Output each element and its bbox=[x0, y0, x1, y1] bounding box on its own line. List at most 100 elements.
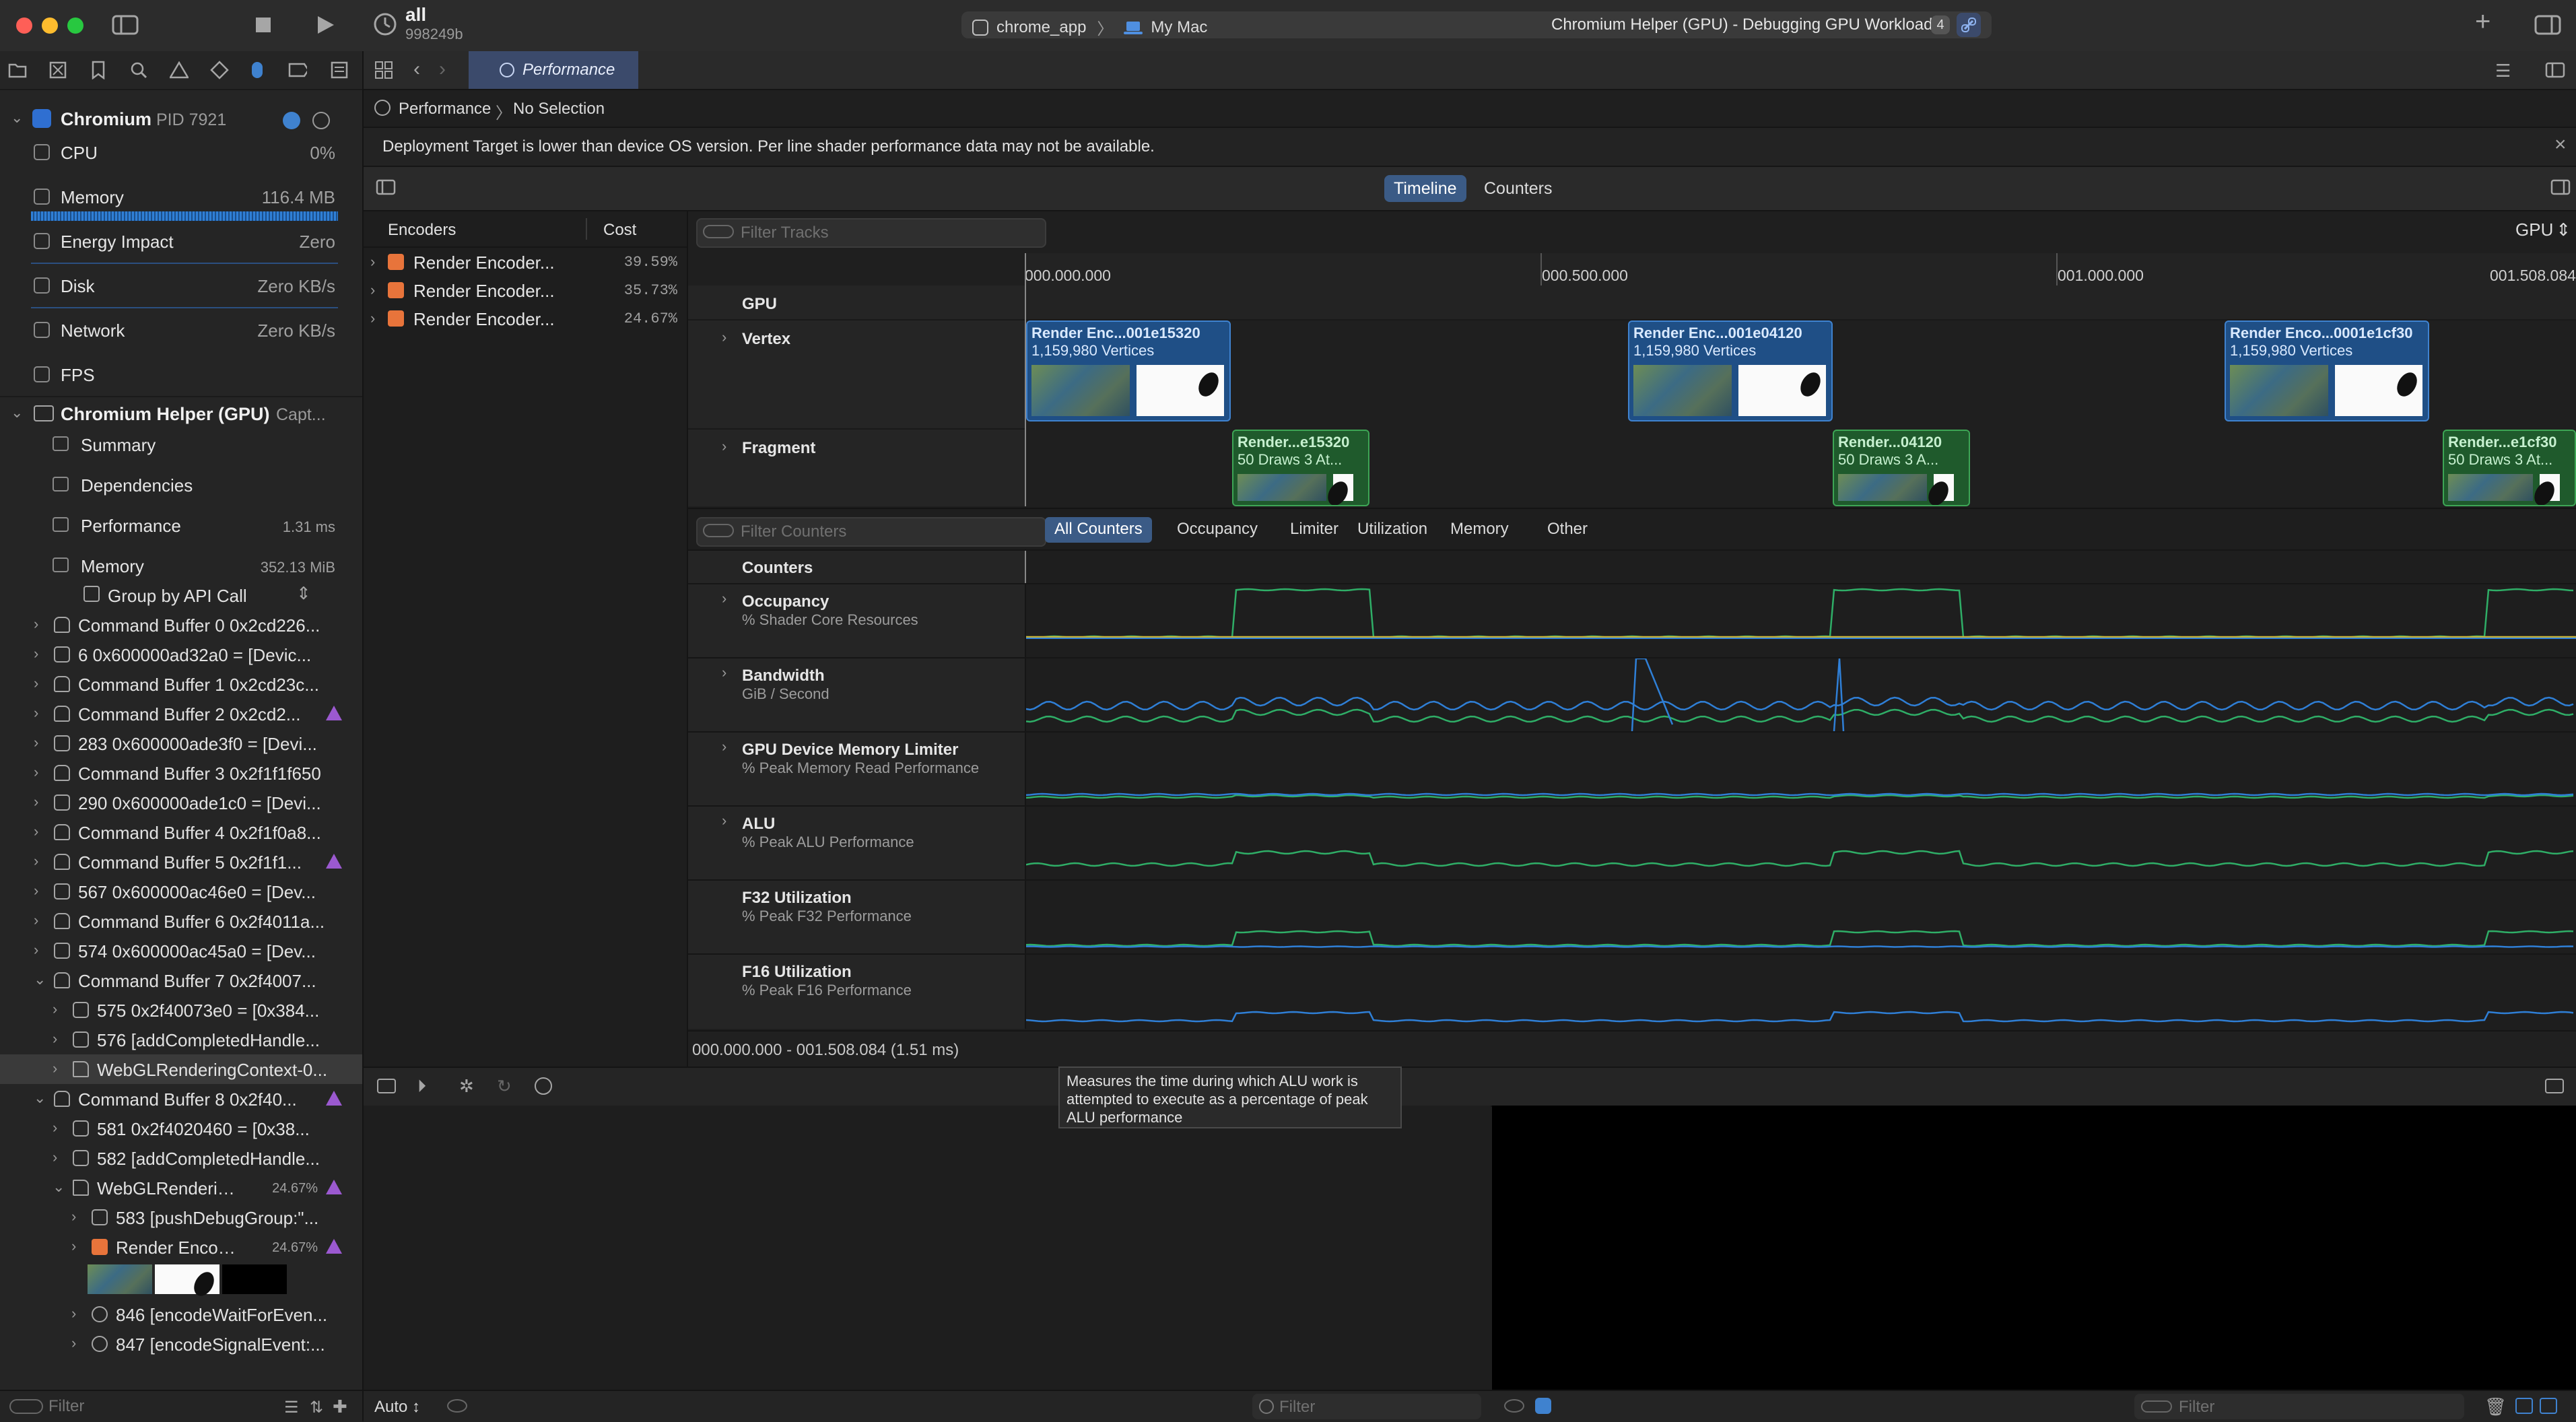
gpu-process-header[interactable]: ⌄ Chromium Helper (GPU) Capt... bbox=[0, 396, 362, 428]
encoder-row[interactable]: › Render Encoder... 35.73% bbox=[364, 276, 687, 304]
gauge-cpu[interactable]: CPU 0% bbox=[0, 133, 362, 178]
disclosure-closed-icon[interactable]: › bbox=[34, 645, 38, 663]
gauge-fps[interactable]: FPS bbox=[0, 356, 362, 400]
disclosure-closed-icon[interactable]: › bbox=[71, 1208, 76, 1225]
tree-item[interactable]: › Command Buffer 2 0x2cd2... bbox=[0, 699, 362, 729]
show-console-icon[interactable] bbox=[2540, 1398, 2557, 1414]
tree-item[interactable]: ⌄ Command Buffer 8 0x2f40... bbox=[0, 1084, 362, 1114]
tree-item[interactable]: › Render Encode... 24.67% bbox=[0, 1232, 362, 1262]
disclosure-open-icon[interactable]: ⌄ bbox=[34, 1089, 46, 1107]
counter-row[interactable]: › Occupancy% Shader Core Resources bbox=[688, 583, 2576, 658]
disclosure-closed-icon[interactable]: › bbox=[34, 912, 38, 929]
console-toggle-icon[interactable] bbox=[2545, 1079, 2564, 1093]
track-vertex[interactable]: › Vertex bbox=[688, 320, 1025, 430]
eye-icon[interactable] bbox=[1504, 1399, 1524, 1413]
tree-item[interactable]: › Command Buffer 3 0x2f1f1f650 bbox=[0, 758, 362, 788]
tree-item[interactable]: › 576 [addCompletedHandle... bbox=[0, 1025, 362, 1054]
breadcrumb-leaf[interactable]: No Selection bbox=[513, 100, 605, 118]
disclosure-closed-icon[interactable]: › bbox=[71, 1305, 76, 1322]
issue-icon[interactable] bbox=[170, 61, 189, 79]
variables-filter[interactable]: Filter bbox=[1252, 1394, 1481, 1419]
encoder-row[interactable]: › Render Encoder... 24.67% bbox=[364, 304, 687, 333]
disclosure-closed-icon[interactable]: › bbox=[34, 852, 38, 870]
gpu-item-dependencies[interactable]: Dependencies bbox=[0, 467, 362, 506]
chevron-right-icon[interactable]: › bbox=[722, 438, 726, 455]
process-header[interactable]: ⌄ Chromium PID 7921 bbox=[0, 102, 362, 133]
chevron-right-icon[interactable]: › bbox=[722, 664, 726, 681]
inspector-toggle-icon[interactable] bbox=[2534, 15, 2561, 35]
add-filter-icon[interactable]: ✚ bbox=[333, 1396, 347, 1417]
chevron-right-icon[interactable]: › bbox=[722, 738, 726, 755]
tree-item[interactable]: › 583 [pushDebugGroup:"... bbox=[0, 1203, 362, 1232]
disclosure-closed-icon[interactable]: › bbox=[71, 1238, 76, 1255]
back-icon[interactable]: ‹ bbox=[413, 58, 420, 81]
disclosure-closed-icon[interactable]: › bbox=[34, 764, 38, 781]
tree-item[interactable]: › 574 0x600000ac45a0 = [Dev... bbox=[0, 936, 362, 966]
filter-options-icon[interactable] bbox=[703, 225, 734, 238]
editor-options-icon[interactable]: ☰ bbox=[2495, 61, 2511, 81]
tree-item[interactable]: › Command Buffer 1 0x2cd23c... bbox=[0, 669, 362, 699]
vertex-encoder-block[interactable]: Render Enco...0001e1cf30 1,159,980 Vertic… bbox=[2225, 320, 2429, 421]
minimize-window-button[interactable] bbox=[42, 18, 58, 34]
scope-memory[interactable]: Memory bbox=[1441, 517, 1518, 543]
filter-options-icon[interactable] bbox=[9, 1399, 43, 1414]
encoder-row[interactable]: › Render Encoder... 39.59% bbox=[364, 248, 687, 276]
disclosure-open-icon[interactable]: ⌄ bbox=[34, 971, 46, 988]
run-icon[interactable] bbox=[315, 15, 335, 35]
tree-item[interactable]: › 283 0x600000ade3f0 = [Devi... bbox=[0, 729, 362, 758]
gpu-item-memory[interactable]: Memory 352.13 MiB bbox=[0, 548, 362, 587]
navigator-filter-input[interactable] bbox=[47, 1394, 265, 1419]
hierarchy-filter-icon[interactable]: ☰ bbox=[284, 1398, 299, 1417]
device-selector[interactable]: GPU ⇕ bbox=[2515, 219, 2571, 240]
disclosure-closed-icon[interactable]: › bbox=[34, 675, 38, 692]
counter-row[interactable]: › GPU Device Memory Limiter% Peak Memory … bbox=[688, 731, 2576, 807]
disclosure-closed-icon[interactable]: › bbox=[34, 941, 38, 959]
disclosure-closed-icon[interactable]: › bbox=[34, 882, 38, 900]
gauge-icon[interactable] bbox=[535, 1077, 552, 1095]
gauge-disk[interactable]: Disk Zero KB/s bbox=[0, 267, 362, 311]
gpu-item-summary[interactable]: Summary bbox=[0, 427, 362, 466]
left-panel-toggle-icon[interactable] bbox=[376, 179, 396, 195]
counter-row[interactable]: F16 Utilization% Peak F16 Performance bbox=[688, 953, 2576, 1029]
tree-item[interactable]: › 582 [addCompletedHandle... bbox=[0, 1143, 362, 1173]
col-encoders[interactable]: Encoders bbox=[388, 221, 456, 240]
right-panel-toggle-icon[interactable] bbox=[2550, 179, 2571, 195]
disclosure-open-icon[interactable]: ⌄ bbox=[11, 404, 23, 421]
debug-bug-icon[interactable]: ✲ bbox=[459, 1076, 474, 1097]
chevron-right-icon[interactable]: › bbox=[722, 329, 726, 346]
tree-item[interactable]: ⌄ Command Buffer 7 0x2f4007... bbox=[0, 966, 362, 995]
zoom-window-button[interactable] bbox=[67, 18, 83, 34]
tree-item[interactable]: › Command Buffer 5 0x2f1f1... bbox=[0, 847, 362, 877]
counter-row[interactable]: F32 Utilization% Peak F32 Performance bbox=[688, 879, 2576, 955]
hide-debug-area-icon[interactable] bbox=[377, 1079, 396, 1093]
debug-navigator-icon[interactable] bbox=[248, 61, 267, 79]
trash-icon[interactable]: 🗑 bbox=[2484, 1396, 2507, 1417]
sidebar-toggle-icon[interactable] bbox=[112, 15, 139, 35]
disclosure-open-icon[interactable]: ⌄ bbox=[11, 109, 23, 127]
scope-other[interactable]: Other bbox=[1538, 517, 1597, 543]
disclosure-closed-icon[interactable]: › bbox=[34, 793, 38, 811]
chevron-right-icon[interactable]: › bbox=[370, 253, 375, 271]
tree-item[interactable]: › Command Buffer 6 0x2f4011a... bbox=[0, 906, 362, 936]
tree-item[interactable]: › 581 0x2f4020460 = [0x38... bbox=[0, 1114, 362, 1143]
close-window-button[interactable] bbox=[16, 18, 32, 34]
disclosure-closed-icon[interactable]: › bbox=[53, 1030, 57, 1048]
chevron-right-icon[interactable]: › bbox=[370, 281, 375, 299]
tree-item[interactable]: › 847 [encodeSignalEvent:... bbox=[0, 1329, 362, 1359]
mode-counters[interactable]: Counters bbox=[1479, 175, 1557, 202]
info-icon[interactable] bbox=[283, 112, 300, 129]
tree-item[interactable]: › 290 0x600000ade1c0 = [Devi... bbox=[0, 788, 362, 817]
vertex-encoder-block[interactable]: Render Enc...001e15320 1,159,980 Vertices bbox=[1026, 320, 1231, 421]
mode-timeline[interactable]: Timeline bbox=[1384, 175, 1466, 202]
close-icon[interactable]: × bbox=[2554, 133, 2567, 156]
breadcrumb-root[interactable]: Performance bbox=[399, 100, 491, 118]
test-icon[interactable] bbox=[210, 61, 229, 79]
track-filter[interactable]: Filter Tracks bbox=[696, 218, 1046, 248]
breakpoint-icon[interactable] bbox=[288, 61, 307, 79]
gauge-memory[interactable]: Memory 116.4 MB bbox=[0, 178, 362, 222]
link-icon[interactable] bbox=[1957, 13, 1981, 37]
disclosure-closed-icon[interactable]: › bbox=[53, 1060, 57, 1077]
tree-item[interactable]: › 6 0x600000ad32a0 = [Devic... bbox=[0, 640, 362, 669]
disclosure-closed-icon[interactable]: › bbox=[34, 734, 38, 751]
gauge-energy-impact[interactable]: Energy Impact Zero bbox=[0, 222, 362, 267]
